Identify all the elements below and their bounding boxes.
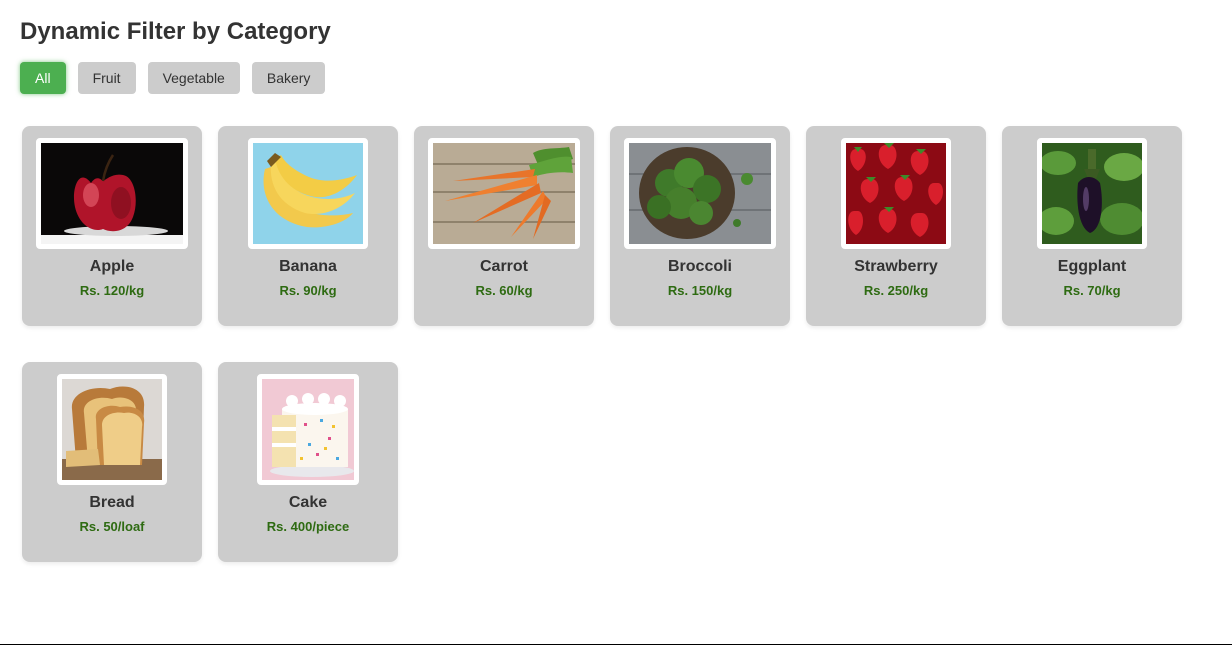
product-card: Strawberry Rs. 250/kg <box>806 126 986 326</box>
product-image <box>428 138 580 249</box>
product-name: Bread <box>89 494 135 511</box>
product-grid: Apple Rs. 120/kg Banana Rs. 90/kg Carrot… <box>22 126 1202 562</box>
product-image <box>1037 138 1147 249</box>
product-image <box>36 138 188 249</box>
product-image <box>624 138 776 249</box>
apple-photo <box>41 143 183 244</box>
product-name: Broccoli <box>667 258 732 275</box>
product-price: Rs. 90/kg <box>279 283 337 298</box>
product-price: Rs. 50/loaf <box>79 519 145 534</box>
product-card: Broccoli Rs. 150/kg <box>610 126 790 326</box>
filter-button-bakery[interactable]: Bakery <box>251 62 326 94</box>
broccoli-photo <box>629 143 771 244</box>
bread-photo <box>62 379 162 480</box>
product-price: Rs. 120/kg <box>79 283 145 298</box>
cake-photo <box>262 379 354 480</box>
product-name: Cake <box>288 494 328 511</box>
product-price: Rs. 60/kg <box>475 283 533 298</box>
banana-photo <box>253 143 363 244</box>
product-name: Banana <box>279 258 337 275</box>
filter-button-fruit[interactable]: Fruit <box>77 62 136 94</box>
page-title: Dynamic Filter by Category <box>20 18 331 45</box>
product-image <box>841 138 951 249</box>
carrot-photo <box>433 143 575 244</box>
product-image <box>57 374 167 485</box>
product-card: Apple Rs. 120/kg <box>22 126 202 326</box>
product-name: Strawberry <box>854 258 938 275</box>
product-price: Rs. 250/kg <box>863 283 929 298</box>
product-name: Carrot <box>479 258 528 275</box>
product-price: Rs. 150/kg <box>667 283 733 298</box>
product-name: Apple <box>89 258 135 275</box>
product-price: Rs. 70/kg <box>1063 283 1121 298</box>
eggplant-photo <box>1042 143 1142 244</box>
product-card: Eggplant Rs. 70/kg <box>1002 126 1182 326</box>
product-card: Cake Rs. 400/piece <box>218 362 398 562</box>
category-filter-bar: All Fruit Vegetable Bakery <box>20 62 326 94</box>
product-card: Carrot Rs. 60/kg <box>414 126 594 326</box>
filter-button-vegetable[interactable]: Vegetable <box>147 62 240 94</box>
product-image <box>248 138 368 249</box>
strawberry-photo <box>846 143 946 244</box>
filter-button-all[interactable]: All <box>20 62 66 94</box>
product-image <box>257 374 359 485</box>
product-card: Bread Rs. 50/loaf <box>22 362 202 562</box>
product-name: Eggplant <box>1057 258 1127 275</box>
product-card: Banana Rs. 90/kg <box>218 126 398 326</box>
product-price: Rs. 400/piece <box>266 519 350 534</box>
